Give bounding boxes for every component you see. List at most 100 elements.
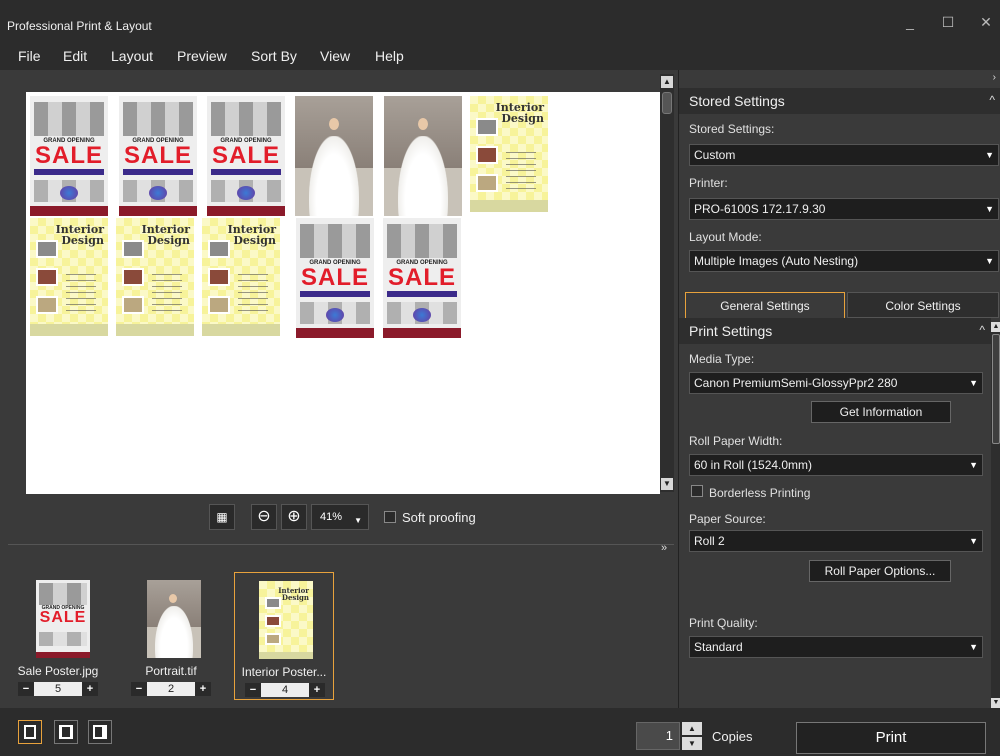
layout-image-sale[interactable]: GRAND OPENING SALE [383, 218, 461, 338]
single-view-icon[interactable] [18, 720, 42, 744]
tab-color-settings[interactable]: Color Settings [847, 292, 999, 318]
chevron-up-icon: ^ [979, 323, 985, 337]
settings-tabs: General Settings Color Settings [679, 288, 1000, 318]
collapse-tray-icon[interactable]: » [661, 542, 667, 554]
tab-general-settings[interactable]: General Settings [685, 292, 845, 318]
soft-proofing-checkbox[interactable] [384, 511, 396, 523]
zoom-level-value: 41% [320, 511, 343, 523]
layout-image-sale[interactable]: GRAND OPENING SALE [296, 218, 374, 338]
minus-icon[interactable]: − [245, 683, 261, 697]
tray-item-sale[interactable]: GRAND OPENING SALE Sale Poster.jpg − 5 + [8, 572, 108, 700]
plus-icon[interactable]: + [195, 682, 211, 696]
maximize-icon[interactable]: ☐ [936, 14, 960, 31]
tray-item-name: Sale Poster.jpg [17, 664, 99, 678]
borderless-printing-checkbox[interactable] [691, 485, 703, 497]
layout-image-interior[interactable]: Interior Design [116, 218, 194, 336]
menu-edit[interactable]: Edit [63, 48, 87, 64]
split-view-icon[interactable] [88, 720, 112, 744]
menu-preview[interactable]: Preview [177, 48, 227, 64]
layout-image-interior[interactable]: Interior Design [30, 218, 108, 336]
minus-icon[interactable]: − [18, 682, 34, 696]
menu-bar: File Edit Layout Preview Sort By View He… [0, 40, 1000, 70]
menu-file[interactable]: File [18, 48, 41, 64]
copies-input[interactable]: 1 [636, 722, 680, 750]
quantity-stepper[interactable]: − 5 + [18, 682, 98, 696]
zoom-out-icon[interactable]: ⊖ [251, 504, 277, 530]
roll-paper-width-select[interactable]: 60 in Roll (1524.0mm) ▼ [689, 454, 983, 476]
two-page-view-icon[interactable] [54, 720, 78, 744]
tray-thumb-interior: Interior Design [259, 581, 313, 659]
quantity-stepper[interactable]: − 4 + [245, 683, 325, 697]
layout-image-interior[interactable]: Interior Design [470, 96, 548, 212]
roll-paper-options-button[interactable]: Roll Paper Options... [809, 560, 951, 582]
layout-canvas[interactable]: GRAND OPENING SALE GRAND OPENING SALE GRAN… [26, 92, 660, 494]
stored-settings-select[interactable]: Custom ▼ [689, 144, 999, 166]
copies-spinner[interactable]: ▲ ▼ [682, 722, 702, 750]
layout-image-interior[interactable]: Interior Design [202, 218, 280, 336]
scroll-down-icon[interactable]: ▼ [991, 698, 1000, 708]
bottom-bar: 1 ▲ ▼ Copies Print [0, 708, 1000, 756]
zoom-toolbar: ▦ ⊖ ⊕ 41% ▼ Soft proofing [0, 494, 678, 544]
plus-icon[interactable]: + [82, 682, 98, 696]
tray-item-interior[interactable]: Interior Design Interior Poster... − 4 + [234, 572, 334, 700]
scroll-up-icon[interactable]: ▲ [991, 322, 1000, 332]
layout-image-sale[interactable]: GRAND OPENING SALE [207, 96, 285, 216]
layout-image-sale[interactable]: GRAND OPENING SALE [119, 96, 197, 216]
tray-thumb-portrait [147, 580, 201, 658]
stored-settings-header[interactable]: Stored Settings ^ [679, 88, 1000, 114]
chevron-down-icon: ▼ [985, 204, 994, 214]
minus-icon[interactable]: − [131, 682, 147, 696]
chevron-down-icon: ▼ [969, 642, 978, 652]
menu-view[interactable]: View [320, 48, 350, 64]
scroll-thumb[interactable] [992, 334, 1000, 444]
chevron-up-icon: ^ [989, 93, 995, 107]
layout-mode-label: Layout Mode: [689, 230, 762, 244]
minimize-icon[interactable]: _ [898, 14, 922, 30]
chevron-down-icon: ▼ [985, 150, 994, 160]
tray-item-portrait[interactable]: Portrait.tif − 2 + [121, 572, 221, 700]
layout-image-portrait[interactable] [384, 96, 462, 216]
copies-label: Copies [712, 729, 753, 744]
media-type-label: Media Type: [689, 352, 755, 366]
layout-image-portrait[interactable] [295, 96, 373, 216]
tray-item-name: Portrait.tif [145, 664, 197, 678]
chevron-down-icon: ▼ [969, 378, 978, 388]
title-bar: Professional Print & Layout _ ☐ ✕ [0, 0, 1000, 40]
tray-thumb-sale: GRAND OPENING SALE [36, 580, 90, 658]
layout-preview-area: GRAND OPENING SALE GRAND OPENING SALE GRAN… [0, 70, 678, 494]
zoom-level-select[interactable]: 41% ▼ [311, 504, 369, 530]
chevron-down-icon: ▼ [969, 536, 978, 546]
printer-select[interactable]: PRO-6100S 172.17.9.30 ▼ [689, 198, 999, 220]
borderless-printing-label: Borderless Printing [709, 486, 811, 500]
zoom-in-icon[interactable]: ⊕ [281, 504, 307, 530]
layout-mode-select[interactable]: Multiple Images (Auto Nesting) ▼ [689, 250, 999, 272]
media-type-select[interactable]: Canon PremiumSemi-GlossyPpr2 280 ▼ [689, 372, 983, 394]
plus-icon[interactable]: + [309, 683, 325, 697]
paper-source-select[interactable]: Roll 2 ▼ [689, 530, 983, 552]
roll-paper-width-label: Roll Paper Width: [689, 434, 783, 448]
get-information-button[interactable]: Get Information [811, 401, 951, 423]
print-quality-label: Print Quality: [689, 616, 758, 630]
layout-image-sale[interactable]: GRAND OPENING SALE [30, 96, 108, 216]
close-icon[interactable]: ✕ [974, 14, 998, 31]
print-button[interactable]: Print [796, 722, 986, 754]
scroll-up-icon[interactable]: ▲ [661, 76, 673, 88]
spin-down-icon[interactable]: ▼ [682, 737, 702, 750]
print-quality-select[interactable]: Standard ▼ [689, 636, 983, 658]
image-tray: GRAND OPENING SALE Sale Poster.jpg − 5 +… [0, 558, 678, 708]
print-settings-header[interactable]: Print Settings ^ [679, 318, 991, 344]
canvas-scrollbar[interactable]: ▲ ▼ [660, 74, 674, 492]
soft-proofing-label: Soft proofing [402, 510, 476, 525]
tray-item-name: Interior Poster... [241, 665, 327, 679]
panel-collapse-icon[interactable]: › [993, 72, 996, 83]
scroll-down-icon[interactable]: ▼ [661, 478, 673, 490]
menu-help[interactable]: Help [375, 48, 404, 64]
spin-up-icon[interactable]: ▲ [682, 722, 702, 735]
scroll-thumb[interactable] [662, 92, 672, 114]
quantity-stepper[interactable]: − 2 + [131, 682, 211, 696]
settings-panel: › Stored Settings ^ Stored Settings: Cus… [678, 70, 1000, 708]
menu-sort-by[interactable]: Sort By [251, 48, 297, 64]
menu-layout[interactable]: Layout [111, 48, 153, 64]
settings-scrollbar[interactable]: ▲ ▼ [991, 322, 1000, 708]
fit-page-icon[interactable]: ▦ [209, 504, 235, 530]
